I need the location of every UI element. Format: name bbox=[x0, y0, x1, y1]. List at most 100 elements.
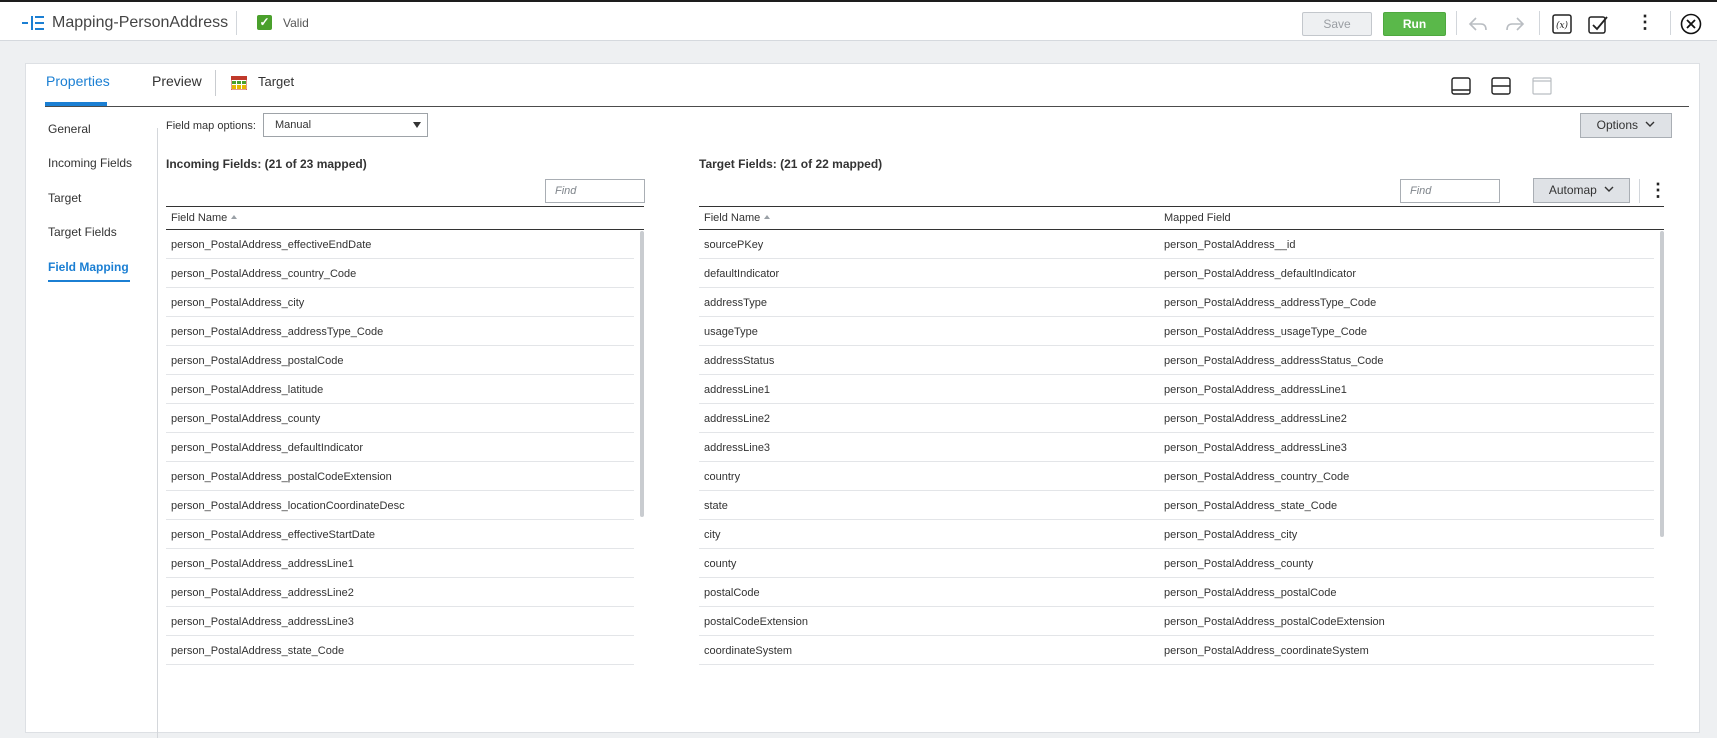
field-map-options-label: Field map options: bbox=[166, 120, 256, 132]
layout-bottom-panel-icon[interactable] bbox=[1451, 77, 1471, 95]
column-header-label: Field Name bbox=[704, 212, 761, 224]
table-row[interactable]: person_PostalAddress_addressLine2 bbox=[166, 578, 634, 607]
table-row[interactable]: person_PostalAddress_defaultIndicator bbox=[166, 433, 634, 462]
options-label: Options bbox=[1596, 118, 1638, 132]
table-row[interactable]: addressStatus person_PostalAddress_addres… bbox=[699, 346, 1654, 375]
save-button[interactable]: Save bbox=[1302, 12, 1372, 36]
incoming-scrollbar[interactable] bbox=[640, 231, 644, 517]
mapped-field-value[interactable]: person_PostalAddress_coordinateSystem bbox=[1164, 645, 1369, 657]
layout-maximize-panel-icon[interactable] bbox=[1532, 77, 1552, 95]
undo-icon[interactable] bbox=[1467, 13, 1489, 35]
table-row[interactable]: addressLine3 person_PostalAddress_address… bbox=[699, 433, 1654, 462]
redo-icon[interactable] bbox=[1504, 13, 1526, 35]
table-row[interactable]: addressType person_PostalAddress_addressT… bbox=[699, 288, 1654, 317]
options-button[interactable]: Options bbox=[1580, 113, 1672, 138]
target-more-options-icon[interactable]: ⋮ bbox=[1649, 180, 1667, 200]
mapped-field-value[interactable]: person_PostalAddress_county bbox=[1164, 558, 1313, 570]
table-row[interactable]: state person_PostalAddress_state_Code bbox=[699, 491, 1654, 520]
tab-properties[interactable]: Properties bbox=[46, 73, 110, 89]
table-row[interactable]: person_PostalAddress_effectiveStartDate bbox=[166, 520, 634, 549]
table-row[interactable]: postalCode person_PostalAddress_postalCod… bbox=[699, 578, 1654, 607]
mapped-field-value[interactable]: person_PostalAddress_addressLine1 bbox=[1164, 384, 1347, 396]
chevron-down-icon bbox=[1645, 121, 1655, 127]
incoming-field-name: person_PostalAddress_effectiveEndDate bbox=[171, 239, 372, 251]
table-row[interactable]: coordinateSystem person_PostalAddress_coo… bbox=[699, 636, 1654, 665]
more-options-icon[interactable]: ⋮ bbox=[1636, 12, 1654, 32]
field-map-options-select[interactable]: Manual bbox=[263, 113, 428, 137]
automap-label: Automap bbox=[1548, 183, 1597, 197]
properties-panel: Properties Preview Target General Incomi… bbox=[25, 63, 1700, 738]
mapping-logo-icon bbox=[22, 16, 44, 30]
mapped-field-value[interactable]: person_PostalAddress__id bbox=[1164, 239, 1295, 251]
table-row[interactable]: person_PostalAddress_postalCodeExtension bbox=[166, 462, 634, 491]
expression-icon[interactable]: (x) bbox=[1551, 13, 1573, 35]
mapped-field-value[interactable]: person_PostalAddress_state_Code bbox=[1164, 500, 1337, 512]
table-row[interactable]: person_PostalAddress_county bbox=[166, 404, 634, 433]
mapped-field-value[interactable]: person_PostalAddress_defaultIndicator bbox=[1164, 268, 1356, 280]
tab-target[interactable]: Target bbox=[258, 74, 294, 89]
column-header-label: Field Name bbox=[171, 212, 228, 224]
target-field-name: sourcePKey bbox=[704, 239, 764, 251]
sidenav-item-target-fields[interactable]: Target Fields bbox=[48, 225, 117, 239]
toolbar-divider bbox=[236, 11, 237, 35]
table-row[interactable]: person_PostalAddress_country_Code bbox=[166, 259, 634, 288]
table-row[interactable]: county person_PostalAddress_county bbox=[699, 549, 1654, 578]
active-tab-indicator bbox=[45, 102, 107, 106]
sidenav-item-target[interactable]: Target bbox=[48, 191, 81, 205]
incoming-field-name: person_PostalAddress_postalCodeExtension bbox=[171, 471, 392, 483]
table-row[interactable]: person_PostalAddress_state_Code bbox=[166, 636, 634, 665]
target-find-input[interactable] bbox=[1400, 179, 1500, 203]
mapped-field-value[interactable]: person_PostalAddress_country_Code bbox=[1164, 471, 1349, 483]
mapped-field-value[interactable]: person_PostalAddress_addressLine2 bbox=[1164, 413, 1347, 425]
run-button[interactable]: Run bbox=[1383, 12, 1446, 36]
target-field-name: addressLine2 bbox=[704, 413, 771, 425]
layout-split-panel-icon[interactable] bbox=[1491, 77, 1511, 95]
table-row[interactable]: country person_PostalAddress_country_Code bbox=[699, 462, 1654, 491]
table-row[interactable]: person_PostalAddress_effectiveEndDate bbox=[166, 230, 634, 259]
incoming-fields-title: Incoming Fields: (21 of 23 mapped) bbox=[166, 157, 367, 171]
mapped-field-value[interactable]: person_PostalAddress_addressStatus_Code bbox=[1164, 355, 1384, 367]
table-row[interactable]: person_PostalAddress_city bbox=[166, 288, 634, 317]
sidenav-item-general[interactable]: General bbox=[48, 122, 91, 136]
automap-button[interactable]: Automap bbox=[1533, 178, 1630, 203]
incoming-field-name: person_PostalAddress_addressType_Code bbox=[171, 326, 384, 338]
sidenav-item-incoming-fields[interactable]: Incoming Fields bbox=[48, 156, 132, 170]
target-scrollbar[interactable] bbox=[1660, 231, 1664, 537]
top-toolbar: Mapping-PersonAddress ✓ Valid Save Run (… bbox=[0, 0, 1717, 41]
target-field-name: state bbox=[704, 500, 728, 512]
table-row[interactable]: postalCodeExtension person_PostalAddress_… bbox=[699, 607, 1654, 636]
close-icon[interactable] bbox=[1680, 13, 1702, 35]
valid-check-icon: ✓ bbox=[257, 15, 272, 30]
table-row[interactable]: city person_PostalAddress_city bbox=[699, 520, 1654, 549]
column-header-field-name[interactable]: Field Name bbox=[704, 212, 771, 224]
table-row[interactable]: person_PostalAddress_postalCode bbox=[166, 346, 634, 375]
sidenav-item-field-mapping[interactable]: Field Mapping bbox=[48, 260, 129, 274]
target-fields-grid: Field Name Mapped Field sourcePKey person… bbox=[699, 206, 1664, 735]
mapped-field-value[interactable]: person_PostalAddress_addressLine3 bbox=[1164, 442, 1347, 454]
mapped-field-value[interactable]: person_PostalAddress_addressType_Code bbox=[1164, 297, 1376, 309]
column-header-field-name[interactable]: Field Name bbox=[171, 212, 238, 224]
table-row[interactable]: addressLine1 person_PostalAddress_address… bbox=[699, 375, 1654, 404]
column-header-mapped-field[interactable]: Mapped Field bbox=[1164, 212, 1231, 224]
table-row[interactable]: person_PostalAddress_addressLine3 bbox=[166, 607, 634, 636]
target-field-name: usageType bbox=[704, 326, 758, 338]
table-row[interactable]: usageType person_PostalAddress_usageType_… bbox=[699, 317, 1654, 346]
mapped-field-value[interactable]: person_PostalAddress_postalCode bbox=[1164, 587, 1336, 599]
table-row[interactable]: person_PostalAddress_addressLine1 bbox=[166, 549, 634, 578]
mapped-field-value[interactable]: person_PostalAddress_city bbox=[1164, 529, 1297, 541]
table-row[interactable]: defaultIndicator person_PostalAddress_def… bbox=[699, 259, 1654, 288]
mapped-field-value[interactable]: person_PostalAddress_postalCodeExtension bbox=[1164, 616, 1385, 628]
table-row[interactable]: addressLine2 person_PostalAddress_address… bbox=[699, 404, 1654, 433]
sort-ascending-icon bbox=[231, 215, 238, 219]
incoming-field-name: person_PostalAddress_country_Code bbox=[171, 268, 357, 280]
table-row[interactable]: person_PostalAddress_latitude bbox=[166, 375, 634, 404]
table-row[interactable]: person_PostalAddress_addressType_Code bbox=[166, 317, 634, 346]
target-field-name: addressLine3 bbox=[704, 442, 771, 454]
mapped-field-value[interactable]: person_PostalAddress_usageType_Code bbox=[1164, 326, 1367, 338]
tab-preview[interactable]: Preview bbox=[152, 73, 202, 89]
sort-ascending-icon bbox=[764, 215, 771, 219]
incoming-find-input[interactable] bbox=[545, 179, 645, 203]
table-row[interactable]: sourcePKey person_PostalAddress__id bbox=[699, 230, 1654, 259]
table-row[interactable]: person_PostalAddress_locationCoordinateD… bbox=[166, 491, 634, 520]
validate-icon[interactable] bbox=[1587, 13, 1609, 35]
